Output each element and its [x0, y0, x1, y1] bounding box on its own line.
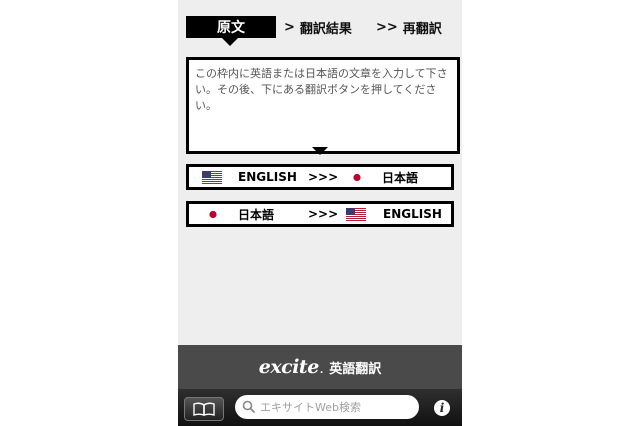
target-language-label: ENGLISH: [383, 207, 442, 221]
tab-source-label: 原文: [217, 20, 245, 36]
source-text-placeholder: この枠内に英語または日本語の文章を入力して下さい。その後、下にある翻訳ボタンを押…: [195, 67, 448, 112]
translate-en-to-ja-button[interactable]: ENGLISH >>> 日本語: [186, 164, 454, 190]
tab-bar: 原文 > 翻訳結果 >> 再翻訳: [178, 0, 462, 46]
tab-active-indicator: [222, 38, 238, 46]
info-icon[interactable]: i: [434, 400, 450, 416]
web-search-bar[interactable]: [235, 395, 419, 419]
us-flag-icon: [202, 167, 222, 187]
tab-result[interactable]: > 翻訳結果: [284, 16, 352, 38]
app-screen: 原文 > 翻訳結果 >> 再翻訳 この枠内に英語または日本語の文章を入力して下さ…: [178, 0, 462, 426]
japan-flag-icon: [203, 204, 223, 224]
us-flag-icon: [346, 204, 366, 224]
tab-source[interactable]: 原文: [186, 16, 276, 38]
logo-title: 英語翻訳: [329, 362, 382, 377]
direction-arrow: >>>: [308, 170, 339, 184]
source-box-pointer: [312, 147, 328, 155]
direction-arrow: >>>: [308, 207, 339, 221]
translate-ja-to-en-button[interactable]: 日本語 >>> ENGLISH: [186, 201, 454, 227]
excite-logo: excite . 英語翻訳: [259, 356, 382, 378]
bottom-toolbar: i: [178, 389, 462, 426]
book-icon: [193, 402, 215, 416]
chevron-right-icon: >: [284, 19, 295, 35]
source-language-label: ENGLISH: [238, 170, 297, 184]
tab-retranslate[interactable]: >> 再翻訳: [376, 16, 442, 38]
source-language-label: 日本語: [238, 207, 275, 222]
source-text-input[interactable]: この枠内に英語または日本語の文章を入力して下さい。その後、下にある翻訳ボタンを押…: [186, 57, 460, 154]
search-input[interactable]: [260, 400, 410, 414]
bookmarks-button[interactable]: [184, 397, 224, 421]
excite-banner: excite . 英語翻訳: [178, 345, 462, 389]
tab-result-label: 翻訳結果: [299, 21, 352, 37]
target-language-label: 日本語: [382, 170, 419, 185]
double-chevron-right-icon: >>: [376, 19, 398, 35]
logo-brand: excite: [258, 356, 320, 378]
logo-dot: .: [319, 366, 324, 376]
tab-retranslate-label: 再翻訳: [402, 21, 442, 37]
search-icon: [242, 400, 256, 414]
japan-flag-icon: [347, 167, 367, 187]
